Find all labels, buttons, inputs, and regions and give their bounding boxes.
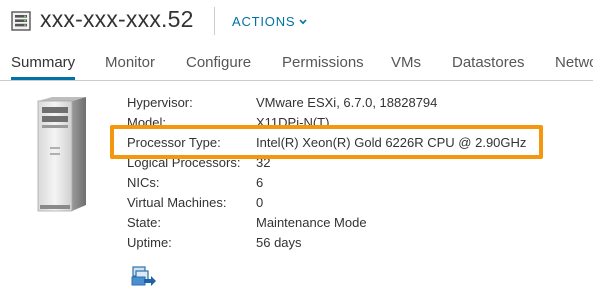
header-divider — [214, 7, 215, 35]
tab-bar: Summary Monitor Configure Permissions VM… — [0, 44, 593, 81]
virtual-machines-value: 0 — [256, 195, 264, 210]
actions-menu-button[interactable]: ACTIONS — [232, 13, 307, 29]
hypervisor-label: Hypervisor: — [127, 95, 193, 110]
nics-label: NICs: — [127, 175, 160, 190]
virtual-machines-label: Virtual Machines: — [127, 195, 227, 210]
hypervisor-value: VMware ESXi, 6.7.0, 18828794 — [256, 95, 438, 110]
tab-monitor[interactable]: Monitor — [105, 54, 155, 71]
actions-label: ACTIONS — [232, 14, 296, 29]
tab-datastores[interactable]: Datastores — [452, 54, 525, 71]
page-title: xxx-xxx-xxx.52 — [40, 6, 194, 32]
processor-type-highlight: Processor Type: Intel(R) Xeon(R) Gold 62… — [110, 125, 543, 159]
state-label: State: — [127, 215, 161, 230]
tab-summary[interactable]: Summary — [11, 54, 75, 71]
host-icon — [11, 11, 31, 31]
uptime-value: 56 days — [256, 235, 302, 250]
chevron-down-icon — [299, 13, 307, 28]
uptime-label: Uptime: — [127, 235, 172, 250]
nics-value: 6 — [256, 175, 264, 190]
state-value: Maintenance Mode — [256, 215, 367, 230]
tab-configure[interactable]: Configure — [186, 54, 251, 71]
page-header: xxx-xxx-xxx.52 ACTIONS — [0, 0, 593, 44]
server-tower-icon — [37, 97, 86, 212]
vm-migrate-icon[interactable] — [131, 266, 157, 288]
tab-networks[interactable]: Networks — [555, 54, 593, 71]
tab-vms[interactable]: VMs — [391, 54, 421, 71]
active-tab-indicator — [11, 77, 75, 80]
tab-permissions[interactable]: Permissions — [282, 54, 364, 71]
processor-type-value: Intel(R) Xeon(R) Gold 6226R CPU @ 2.90GH… — [256, 135, 527, 150]
processor-type-label: Processor Type: — [127, 135, 221, 150]
